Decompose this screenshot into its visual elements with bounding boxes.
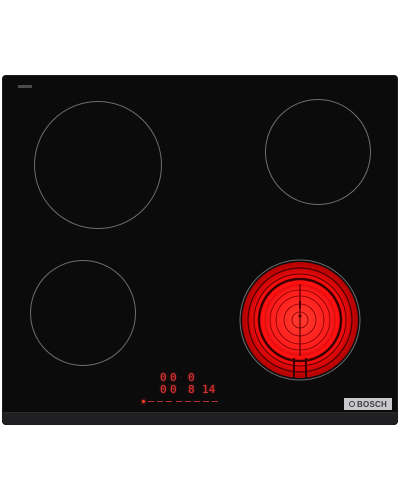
indicator-dot: · [180,374,182,380]
touch-key-2[interactable] [157,400,164,402]
timer-display: 14 [202,383,216,396]
power-led-icon [142,399,145,403]
brand-logo-icon [349,401,356,407]
touch-key-4[interactable] [175,400,182,402]
zone-display-5: 0 [170,383,177,396]
touch-key-5[interactable] [184,400,191,402]
indicator-dot-2: · [180,386,182,392]
hob-frame [2,412,398,425]
touch-control-panel[interactable]: 0 0 0 0 0 8 14 · · [140,371,224,411]
touch-keys-row[interactable] [142,398,218,404]
zone-display-3: 0 [188,371,195,384]
brand-badge: BOSCH [344,398,392,410]
touch-key-1[interactable] [148,400,155,402]
touch-key-8[interactable] [212,400,218,402]
zone-display-4: 0 [160,383,167,396]
zone-display-1: 0 [160,371,167,384]
zone-rear-left[interactable] [34,101,162,229]
model-label [18,85,32,88]
zone-front-left[interactable] [30,260,136,366]
zone-display-6: 8 [188,383,195,396]
ceramic-hob: 0 0 0 0 0 8 14 · · BOSCH [2,75,398,425]
brand-name: BOSCH [357,399,387,409]
touch-key-6[interactable] [193,400,200,402]
zone-display-2: 0 [170,371,177,384]
zone-rear-right[interactable] [265,99,371,205]
touch-key-7[interactable] [202,400,209,402]
touch-key-3[interactable] [166,400,173,402]
zone-front-right-heated[interactable] [224,258,374,388]
